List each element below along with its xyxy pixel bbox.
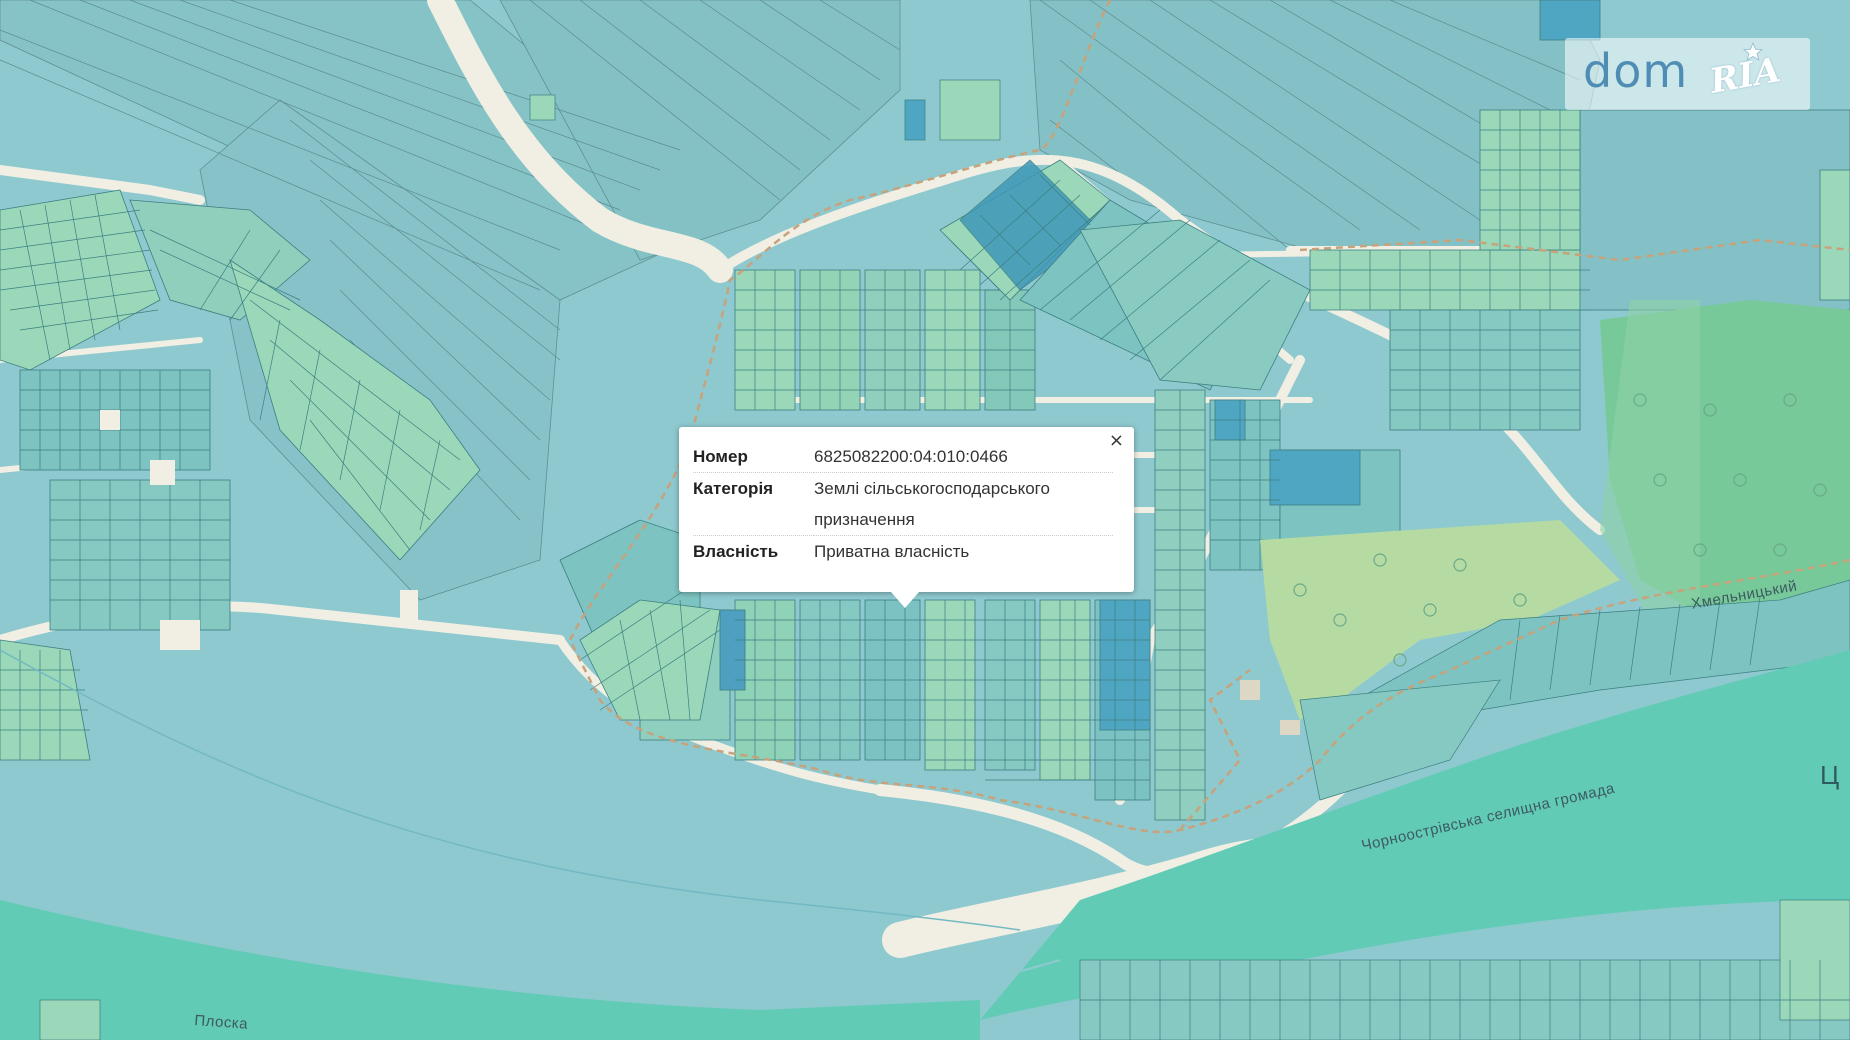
parcel-info-row: Власність Приватна власність [693, 536, 1113, 568]
parcel-info-row: Категорія Землі сільськогосподарського п… [693, 473, 1113, 536]
parcel-number-value: 6825082200:04:010:0466 [814, 447, 1008, 466]
parcel-category-label: Категорія [693, 479, 774, 498]
parcel-number-label: Номер [693, 447, 748, 466]
star-icon [1743, 42, 1763, 61]
river-label-ploska: Плоска [193, 1012, 249, 1033]
parcel-info-row: Номер 6825082200:04:010:0466 [693, 441, 1113, 473]
parcel-info-table: Номер 6825082200:04:010:0466 Категорія З… [693, 441, 1113, 567]
parcel-ownership-value: Приватна власність [814, 542, 970, 561]
edge-label: Ц [1820, 760, 1840, 790]
parcel-category-value: Землі сільськогосподарського призначення [814, 479, 1050, 529]
logo-text-dom: dom [1583, 44, 1689, 98]
parcel-info-popup: × Номер 6825082200:04:010:0466 Категорія… [679, 427, 1134, 608]
domria-logo[interactable]: dom RIA [1565, 38, 1810, 110]
parcel-ownership-label: Власність [693, 542, 779, 561]
